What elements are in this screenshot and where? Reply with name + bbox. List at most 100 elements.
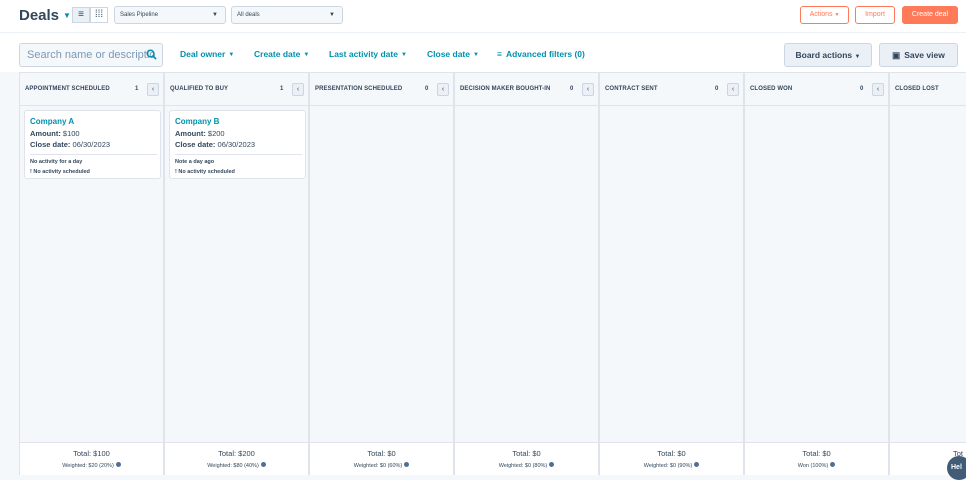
column-count: 1: [280, 86, 284, 92]
actions-label: Actions: [809, 11, 833, 18]
column-total: Total: $0: [802, 449, 831, 458]
save-view-button[interactable]: ▣ Save view: [879, 43, 958, 67]
list-view-toggle[interactable]: ≡: [72, 7, 90, 23]
pipeline-select[interactable]: Sales Pipeline ▼: [114, 6, 226, 24]
column-total: Total: $0: [657, 449, 686, 458]
chevron-down-icon: ▼: [854, 54, 861, 60]
advanced-filters-label: Advanced filters (0): [505, 49, 585, 59]
info-icon[interactable]: [404, 462, 410, 467]
column-name: CLOSED WON: [750, 86, 793, 92]
column-body: [890, 106, 966, 442]
chevron-left-icon: ‹: [151, 86, 155, 93]
column-header: APPOINTMENT SCHEDULED 1 ‹: [20, 72, 163, 106]
column-footer: Total: $200 Weighted: $80 (40%): [165, 442, 308, 475]
column-weighted: Weighted: $80 (40%): [165, 462, 308, 469]
import-button[interactable]: Import: [855, 6, 895, 24]
column-weighted: Weighted: $0 (60%): [310, 462, 453, 469]
column-body: [455, 106, 598, 442]
grid-icon: ⁞⁞⁞: [94, 9, 104, 20]
deal-owner-filter[interactable]: Deal owner ▼: [180, 49, 234, 59]
column-name: QUALIFIED TO BUY: [170, 86, 229, 92]
column-name: CONTRACT SENT: [605, 86, 658, 92]
deal-close-date-value: 06/30/2023: [217, 140, 256, 149]
create-deal-button[interactable]: Create deal: [902, 6, 958, 24]
column-count: 0: [860, 86, 864, 92]
info-icon[interactable]: [115, 462, 121, 467]
info-icon[interactable]: [694, 462, 700, 467]
info-icon[interactable]: [830, 462, 836, 467]
board-view-toggle[interactable]: ⁞⁞⁞: [90, 7, 108, 23]
close-date-filter[interactable]: Close date ▼: [427, 49, 479, 59]
collapse-column-button[interactable]: ‹: [292, 83, 304, 96]
board-column-qualified-to-buy: QUALIFIED TO BUY 1 ‹ Company B Amount: $…: [164, 72, 309, 475]
chevron-left-icon: ‹: [441, 86, 445, 93]
chevron-down-icon: ▼: [212, 12, 218, 18]
deal-amount: Amount: $100: [30, 129, 80, 138]
board-column-appointment-scheduled: APPOINTMENT SCHEDULED 1 ‹ Company A Amou…: [19, 72, 164, 475]
deal-name[interactable]: Company B: [175, 117, 219, 126]
column-weighted-text: Weighted: $20 (20%): [62, 463, 114, 469]
column-weighted-text: Weighted: $0 (80%): [498, 463, 548, 469]
chevron-down-icon: ▼: [329, 12, 335, 18]
search-icon: [146, 49, 157, 60]
deal-close-date-label: Close date:: [175, 140, 216, 149]
column-count: 0: [715, 86, 719, 92]
column-header: CONTRACT SENT 0 ‹: [600, 72, 743, 106]
deal-amount-value: $100: [62, 129, 80, 138]
help-button[interactable]: Hel: [947, 456, 966, 480]
page-title[interactable]: Deals ▼: [19, 7, 71, 24]
create-date-filter[interactable]: Create date ▼: [254, 49, 309, 59]
deal-amount-label: Amount:: [175, 129, 206, 138]
deal-close-date-value: 06/30/2023: [72, 140, 111, 149]
column-weighted: Won (100%): [745, 462, 888, 469]
card-divider: [30, 154, 157, 155]
collapse-column-button[interactable]: ‹: [582, 83, 594, 96]
column-total: Total: $0: [367, 449, 396, 458]
column-footer: Total: $0 Weighted: $0 (90%): [600, 442, 743, 475]
deal-amount-label: Amount:: [30, 129, 61, 138]
deal-close-date: Close date: 06/30/2023: [175, 140, 255, 149]
close-date-label: Close date: [427, 49, 470, 59]
deals-board: APPOINTMENT SCHEDULED 1 ‹ Company A Amou…: [19, 72, 966, 475]
column-weighted-text: Weighted: $0 (90%): [643, 463, 693, 469]
deals-filter-select[interactable]: All deals ▼: [231, 6, 343, 24]
column-body: [745, 106, 888, 442]
column-total: Total: $0: [512, 449, 541, 458]
deal-name[interactable]: Company A: [30, 117, 74, 126]
actions-button[interactable]: Actions ▼: [800, 6, 849, 24]
column-name: CLOSED LOST: [895, 86, 939, 92]
deal-card[interactable]: Company B Amount: $200 Close date: 06/30…: [169, 110, 306, 179]
chevron-down-icon: ▼: [834, 12, 840, 18]
collapse-column-button[interactable]: ‹: [727, 83, 739, 96]
info-icon[interactable]: [549, 462, 555, 467]
info-icon[interactable]: [260, 462, 266, 467]
column-footer: Total: $0 Won (100%): [745, 442, 888, 475]
chevron-left-icon: ‹: [296, 86, 300, 93]
search-input[interactable]: Search name or descriptio: [19, 43, 163, 67]
column-header: QUALIFIED TO BUY 1 ‹: [165, 72, 308, 106]
chevron-down-icon: ▼: [303, 52, 310, 58]
column-weighted-text: Won (100%): [797, 463, 829, 469]
advanced-filters-link[interactable]: ≡ Advanced filters (0): [497, 49, 585, 59]
filter-lines-icon: ≡: [497, 49, 502, 59]
deal-scheduled-status: ! No activity scheduled: [175, 169, 235, 175]
column-footer: Total: $100 Weighted: $20 (20%): [20, 442, 163, 475]
board-actions-label: Board actions: [795, 50, 853, 60]
column-total: Total: $200: [218, 449, 255, 458]
pipeline-select-value: Sales Pipeline: [120, 12, 159, 18]
collapse-column-button[interactable]: ‹: [872, 83, 884, 96]
last-activity-date-filter[interactable]: Last activity date ▼: [329, 49, 407, 59]
collapse-column-button[interactable]: ‹: [437, 83, 449, 96]
deal-card[interactable]: Company A Amount: $100 Close date: 06/30…: [24, 110, 161, 179]
column-weighted: Weighted: $0 (90%): [600, 462, 743, 469]
board-column-closed-won: CLOSED WON 0 ‹ Total: $0 Won (100%): [744, 72, 889, 475]
column-header: CLOSED LOST: [890, 72, 966, 106]
chevron-left-icon: ‹: [876, 86, 880, 93]
search-placeholder: Search name or descriptio: [27, 49, 156, 61]
create-date-label: Create date: [254, 49, 301, 59]
column-body: [310, 106, 453, 442]
deal-close-date-label: Close date:: [30, 140, 71, 149]
chevron-down-icon: ▼: [400, 52, 407, 58]
collapse-column-button[interactable]: ‹: [147, 83, 159, 96]
board-actions-button[interactable]: Board actions ▼: [784, 43, 872, 67]
